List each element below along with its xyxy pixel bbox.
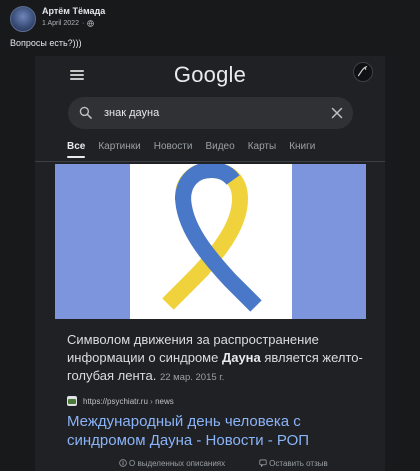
date-separator: · [81,20,85,27]
search-query[interactable]: знак дауна [104,107,159,119]
featured-image[interactable] [55,164,366,319]
post-header: Артём Тёмада 1 April 2022 · [10,6,105,32]
author-name[interactable]: Артём Тёмада [42,7,105,16]
post-date[interactable]: 1 April 2022 [42,20,79,27]
snippet-footer: О выделенных описаниях Оставить отзыв [119,459,328,468]
search-icon[interactable] [79,106,92,119]
source-row[interactable]: https://psychiatr.ru › news [67,396,174,406]
post-meta: 1 April 2022 · [42,20,105,27]
avatar[interactable] [10,6,36,32]
globe-icon [87,20,95,27]
site-favicon-icon [67,396,77,406]
google-logo[interactable]: Google [35,62,385,88]
feedback-link[interactable]: Оставить отзыв [269,459,328,468]
author-block: Артём Тёмада 1 April 2022 · [42,6,105,28]
tab-books[interactable]: Книги [289,141,315,158]
source-url[interactable]: https://psychiatr.ru [83,397,148,406]
featured-snippet-text: Символом движения за распространение инф… [67,331,367,387]
search-bar[interactable]: знак дауна [68,97,353,129]
result-title-link[interactable]: Международный день человека с синдромом … [67,412,367,450]
snippet-bold: Дауна [221,350,261,365]
close-icon[interactable] [331,107,343,119]
info-icon [119,459,127,467]
image-center [130,164,292,319]
image-band-right [292,164,366,319]
tab-images[interactable]: Картинки [98,141,140,158]
tab-video[interactable]: Видео [205,141,234,158]
account-avatar-icon[interactable] [353,62,373,82]
awareness-ribbon-icon [162,164,262,312]
source-path: news [155,396,174,406]
tab-maps[interactable]: Карты [248,141,277,158]
snippet-date: 22 мар. 2015 г. [159,372,225,383]
google-screenshot: Google знак дауна Все Картинки Новости Виде… [35,56,385,471]
image-band-left [55,164,130,319]
about-snippets-link[interactable]: О выделенных описаниях [129,459,225,468]
tab-all[interactable]: Все [67,141,86,158]
feedback-icon [259,459,267,467]
tabs-divider [35,161,385,162]
post-text: Вопросы есть?))) [10,38,82,48]
tab-news[interactable]: Новости [154,141,193,158]
search-tabs: Все Картинки Новости Видео Карты Книги [67,141,328,161]
source-separator: › [150,396,153,406]
